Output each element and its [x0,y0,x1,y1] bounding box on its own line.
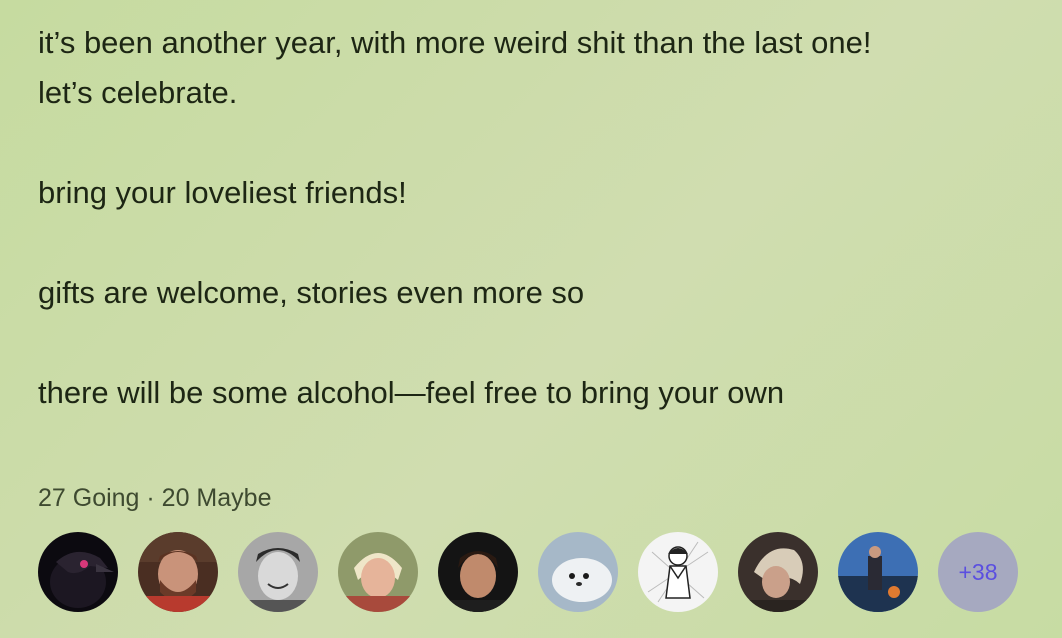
bearded-man-avatar-icon[interactable] [138,532,218,612]
attendee-avatars: +38 [38,532,1018,612]
raven-avatar-icon[interactable] [38,532,118,612]
event-description: it’s been another year, with more weird … [38,18,1028,418]
smiling-man-bw-avatar-icon[interactable] [238,532,318,612]
description-line: let’s celebrate. [38,75,238,110]
rsvp-summary[interactable]: 27 Going · 20 Maybe [38,480,271,516]
manga-drawing-avatar-icon[interactable] [638,532,718,612]
young-man-avatar-icon[interactable] [438,532,518,612]
blonde-woman-avatar-icon[interactable] [738,532,818,612]
blue-scene-avatar-icon[interactable] [838,532,918,612]
description-line: gifts are welcome, stories even more so [38,275,585,310]
more-attendees-button[interactable]: +38 [938,532,1018,612]
more-attendees-label: +38 [958,558,998,585]
seal-pup-avatar-icon[interactable] [538,532,618,612]
description-line: there will be some alcohol—feel free to … [38,375,785,410]
description-line: it’s been another year, with more weird … [38,25,872,60]
description-line: bring your loveliest friends! [38,175,407,210]
blonde-person-avatar-icon[interactable] [338,532,418,612]
